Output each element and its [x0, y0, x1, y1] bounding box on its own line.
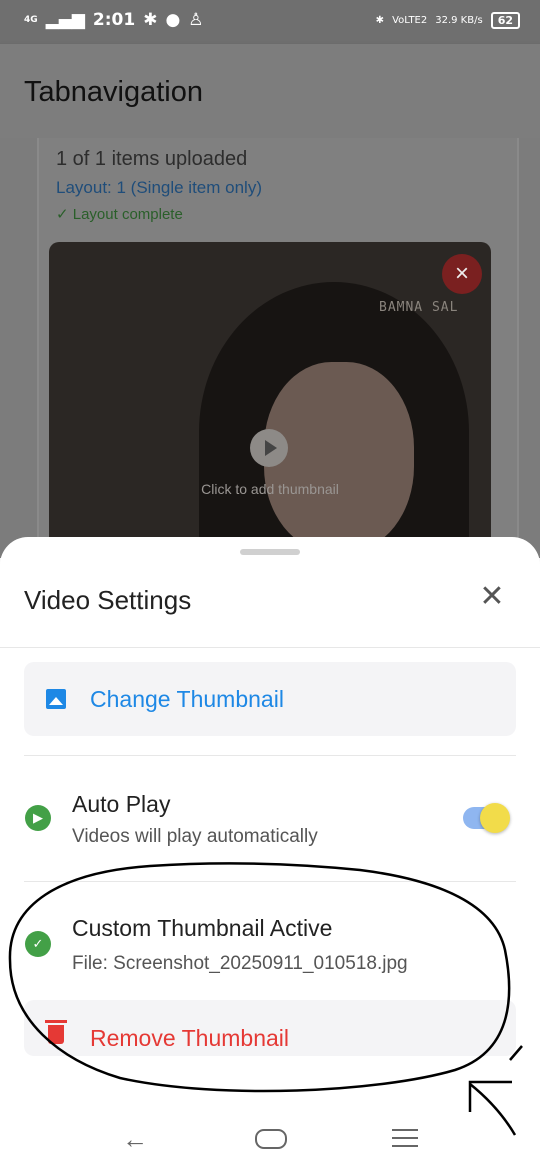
annotation-arrow-shaft [469, 1083, 517, 1136]
annotation-stroke [509, 1045, 523, 1061]
annotation-arrow-head [468, 1080, 512, 1112]
annotation-circle [8, 862, 511, 1093]
annotation-overlay [8, 862, 523, 1136]
